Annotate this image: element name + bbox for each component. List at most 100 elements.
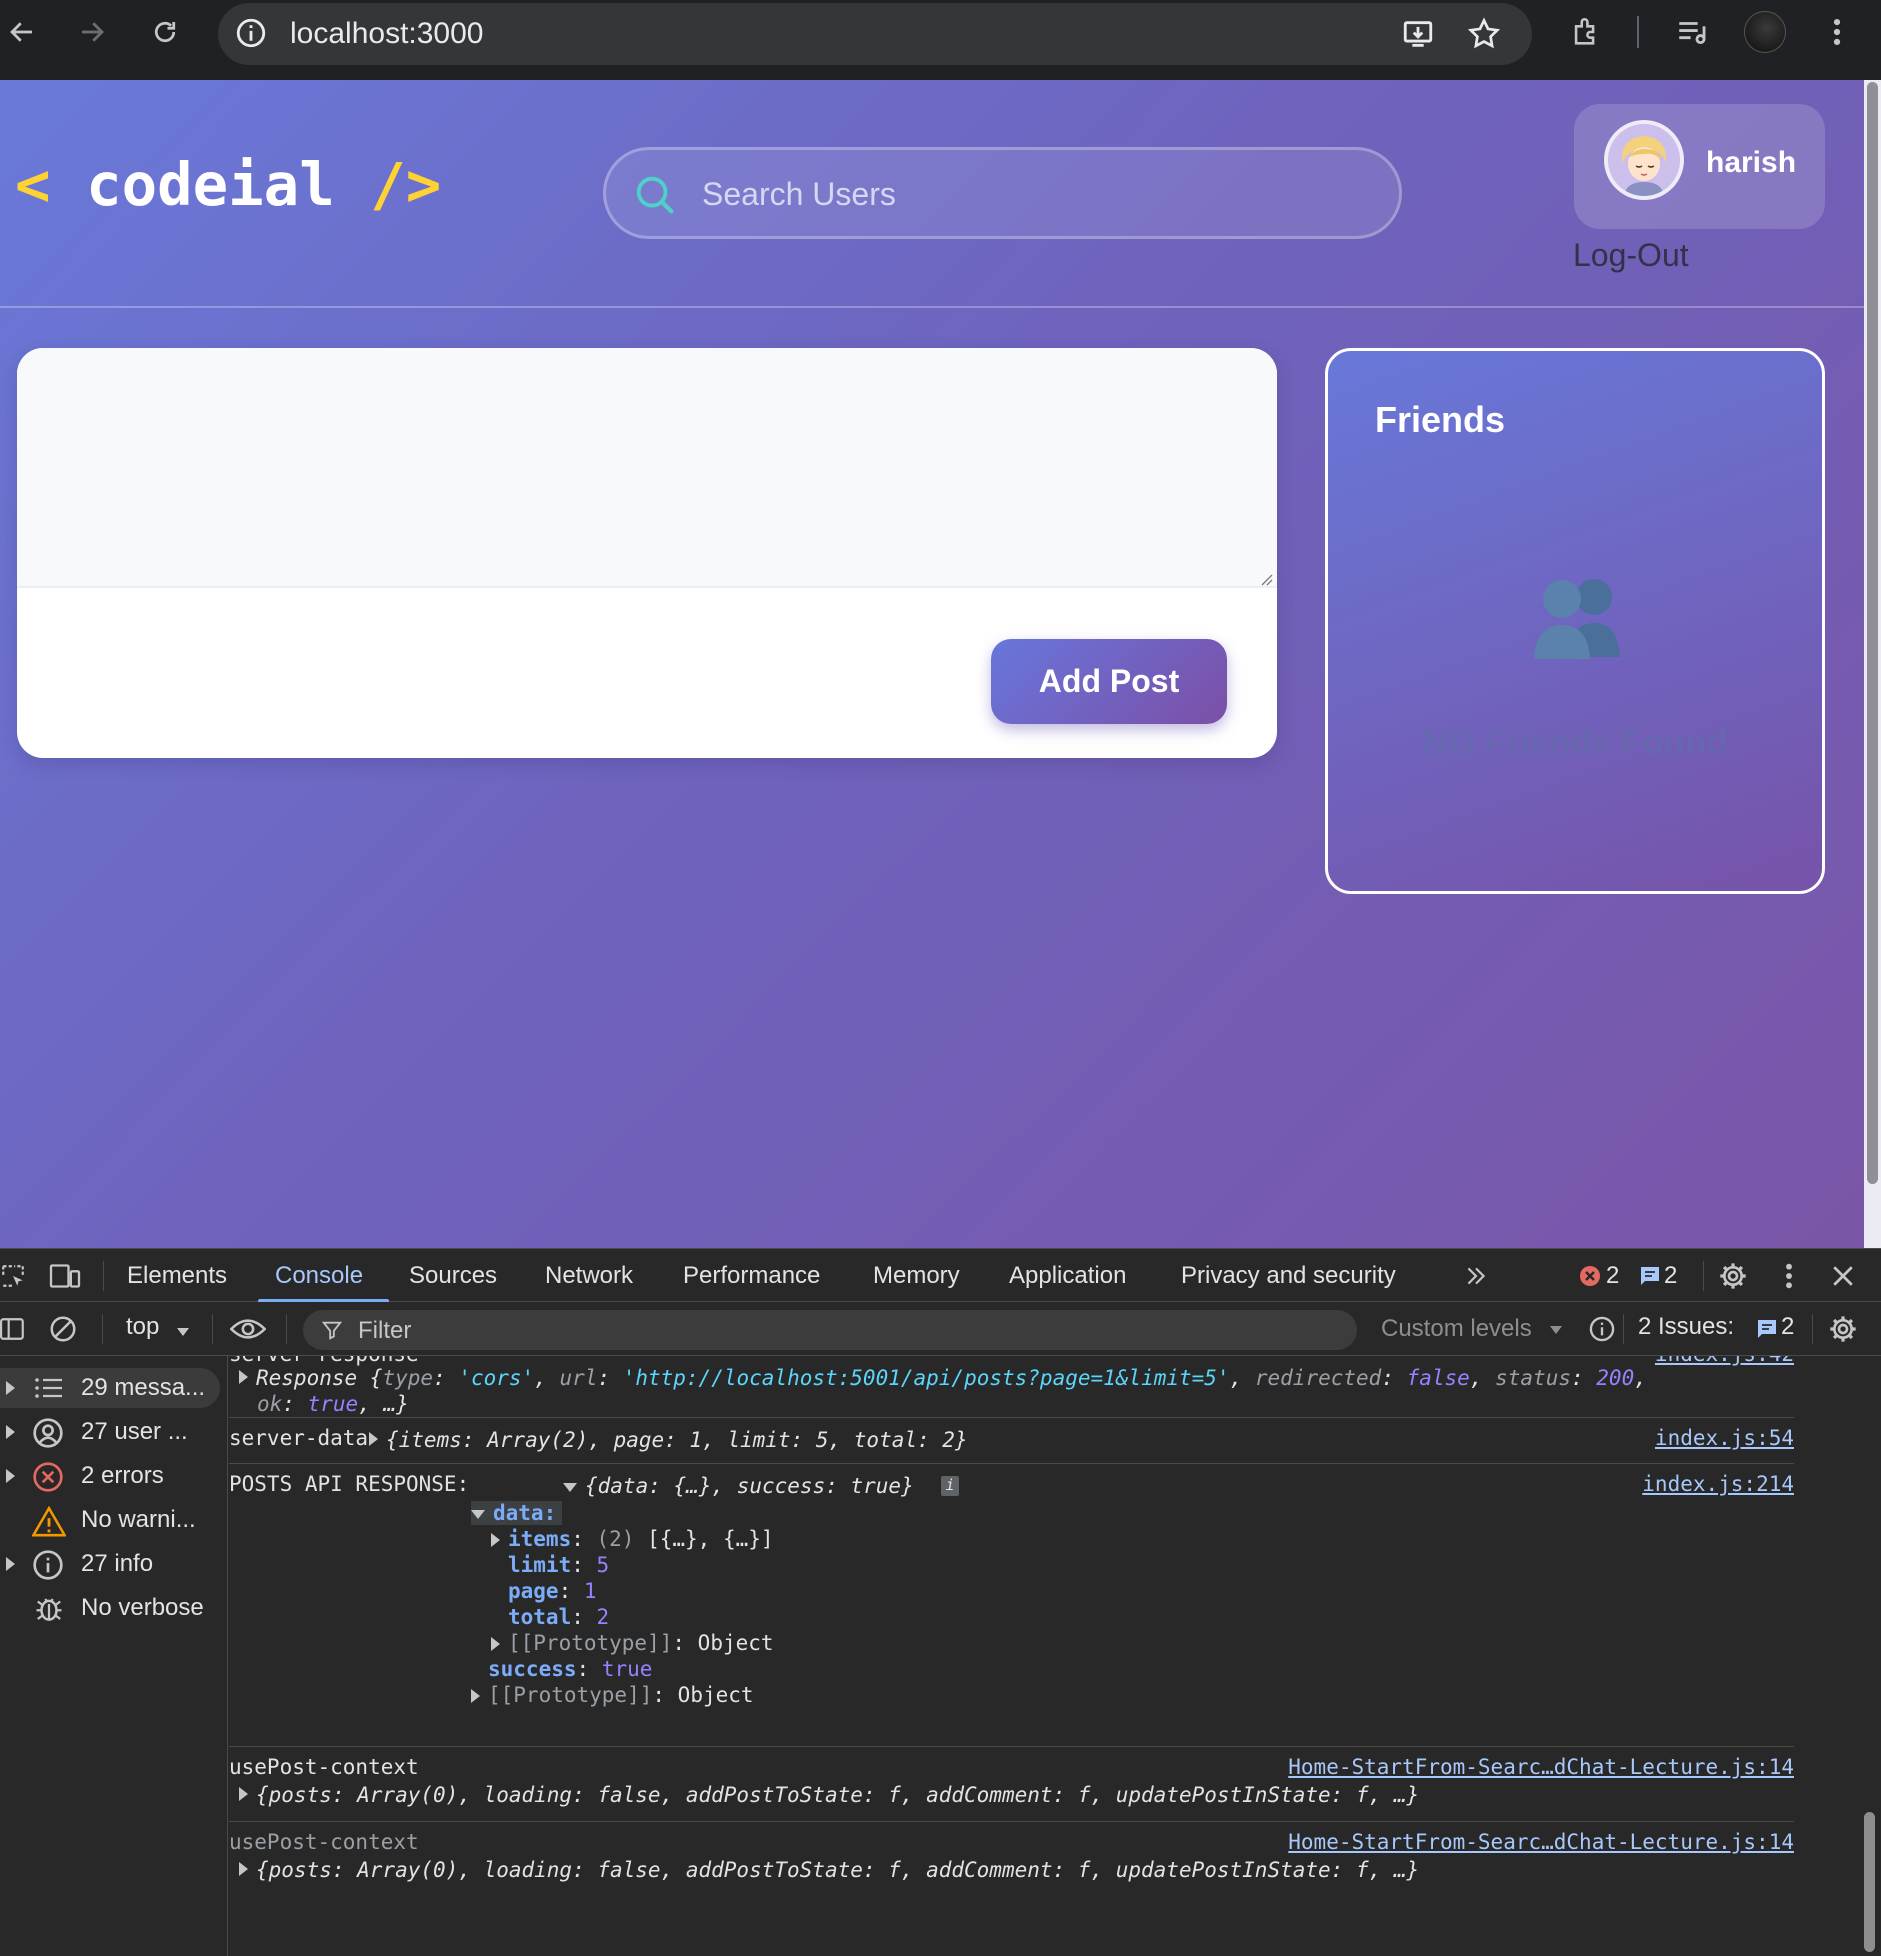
sidebar-item-info[interactable]: 27 info [0, 1544, 220, 1584]
expand-arrow-icon[interactable] [6, 1425, 15, 1439]
context-selector[interactable]: top [126, 1313, 159, 1341]
media-controls-icon[interactable] [1672, 12, 1712, 52]
error-count[interactable]: 2 [1606, 1262, 1619, 1290]
tab-sources[interactable]: Sources [409, 1262, 497, 1290]
message-object-summary[interactable]: {data: {…}, success: true} [563, 1474, 914, 1498]
issues-label[interactable]: 2 Issues: [1638, 1313, 1734, 1341]
expand-arrow-icon[interactable] [491, 1637, 500, 1651]
resize-handle-icon[interactable] [1257, 570, 1273, 586]
devtools-menu-icon[interactable] [1784, 1260, 1794, 1297]
expand-arrow-icon[interactable] [239, 1370, 248, 1384]
expand-arrow-icon[interactable] [471, 1689, 480, 1703]
tree-node-prototype[interactable]: [[Prototype]]: Object [491, 1631, 774, 1655]
address-bar[interactable]: localhost:3000 [218, 3, 1532, 65]
error-icon [32, 1461, 64, 1498]
sidebar-item-errors[interactable]: 2 errors [0, 1456, 220, 1496]
log-levels-dropdown[interactable]: Custom levels [1369, 1312, 1571, 1348]
tab-performance[interactable]: Performance [683, 1262, 820, 1290]
user-avatar[interactable] [1604, 120, 1684, 200]
message-source-link[interactable]: index.js:54 [1655, 1426, 1794, 1450]
expand-arrow-icon[interactable] [6, 1381, 15, 1395]
post-textarea[interactable] [17, 348, 1277, 588]
message-source-link[interactable]: Home-StartFrom-Searc…dChat-Lecture.js:14 [1288, 1830, 1794, 1854]
tab-network[interactable]: Network [545, 1262, 633, 1290]
user-profile-card[interactable]: harish [1574, 104, 1825, 229]
expand-arrow-icon[interactable] [239, 1787, 248, 1801]
more-tabs-icon[interactable] [1462, 1263, 1490, 1294]
console-scrollbar[interactable] [1859, 1356, 1881, 1956]
username[interactable]: harish [1706, 146, 1796, 180]
collapse-arrow-icon[interactable] [563, 1482, 577, 1492]
expand-arrow-icon[interactable] [6, 1557, 15, 1571]
browser-menu-icon[interactable] [1817, 12, 1857, 52]
close-devtools-icon[interactable] [1828, 1261, 1858, 1296]
device-toolbar-icon[interactable] [48, 1262, 82, 1295]
forward-icon[interactable] [72, 12, 112, 52]
search-input[interactable] [702, 172, 1362, 216]
logout-link[interactable]: Log-Out [1573, 237, 1689, 274]
friends-title: Friends [1375, 399, 1506, 440]
issues-badge-icon[interactable] [1754, 1317, 1780, 1346]
sidebar-toggle-icon[interactable] [0, 1315, 26, 1348]
tree-node-items[interactable]: items: (2) [{…}, {…}] [491, 1527, 774, 1551]
console-message[interactable]: usePost-context Home-StartFrom-Searc…dCh… [229, 1822, 1794, 1897]
console-filter[interactable]: Filter [303, 1310, 1357, 1350]
message-count[interactable]: 2 [1664, 1262, 1677, 1290]
extensions-icon[interactable] [1566, 12, 1606, 52]
error-badge-icon[interactable] [1578, 1264, 1602, 1293]
console-message[interactable]: server-response index.js:42 Response {ty… [229, 1356, 1794, 1418]
tab-console[interactable]: Console [275, 1262, 363, 1290]
expand-arrow-icon[interactable] [239, 1862, 248, 1876]
console-message[interactable]: usePost-context Home-StartFrom-Searc…dCh… [229, 1747, 1794, 1822]
profile-avatar[interactable] [1744, 11, 1786, 53]
logo-close-bracket: /> [370, 150, 442, 219]
console-settings-gear-icon[interactable] [1827, 1313, 1859, 1350]
tab-memory[interactable]: Memory [873, 1262, 960, 1290]
object-info-icon[interactable]: i [941, 1476, 959, 1496]
clear-console-icon[interactable] [48, 1314, 78, 1349]
message-object-preview[interactable]: {posts: Array(0), loading: false, addPos… [239, 1858, 1419, 1882]
message-object-preview[interactable]: Response {type: 'cors', url: 'http://loc… [239, 1366, 1647, 1390]
tab-privacy-security[interactable]: Privacy and security [1181, 1262, 1396, 1290]
filter-placeholder[interactable]: Filter [358, 1317, 411, 1345]
issues-count[interactable]: 2 [1781, 1313, 1794, 1341]
message-source-link[interactable]: index.js:214 [1642, 1472, 1794, 1496]
inspect-element-icon[interactable] [0, 1263, 26, 1294]
expand-arrow-icon[interactable] [369, 1432, 378, 1446]
settings-gear-icon[interactable] [1717, 1260, 1749, 1297]
message-object-preview[interactable]: {items: Array(2), page: 1, limit: 5, tot… [369, 1428, 968, 1452]
sidebar-item-messages[interactable]: 29 messa... [0, 1368, 220, 1408]
tab-application[interactable]: Application [1009, 1262, 1126, 1290]
console-message[interactable]: POSTS API RESPONSE: index.js:214 {data: … [229, 1464, 1794, 1747]
back-icon[interactable] [2, 12, 42, 52]
app-logo[interactable]: < codeial /> [15, 150, 441, 219]
tree-node-limit: limit: 5 [508, 1553, 610, 1577]
collapse-arrow-icon[interactable] [471, 1509, 485, 1519]
install-app-icon[interactable] [1400, 17, 1436, 56]
messages-badge-icon[interactable] [1637, 1264, 1663, 1293]
site-info-icon[interactable] [234, 16, 268, 55]
add-post-button[interactable]: Add Post [991, 639, 1227, 724]
tree-node-prototype[interactable]: [[Prototype]]: Object [471, 1683, 754, 1707]
page-scrollbar-thumb[interactable] [1867, 82, 1878, 1184]
sidebar-label: 27 user ... [81, 1418, 188, 1445]
search-bar[interactable] [603, 147, 1402, 239]
message-source-link[interactable]: index.js:42 [1655, 1356, 1794, 1366]
expand-arrow-icon[interactable] [6, 1469, 15, 1483]
issues-info-icon[interactable] [1588, 1315, 1616, 1348]
sidebar-item-user-messages[interactable]: 27 user ... [0, 1412, 220, 1452]
tab-elements[interactable]: Elements [127, 1262, 227, 1290]
sidebar-item-verbose[interactable]: No verbose [0, 1588, 220, 1628]
bookmark-star-icon[interactable] [1466, 16, 1502, 57]
console-scrollbar-thumb[interactable] [1864, 1812, 1875, 1952]
page-scrollbar[interactable] [1864, 80, 1881, 1248]
context-dropdown-icon[interactable] [176, 1324, 190, 1342]
console-message[interactable]: server-data index.js:54 {items: Array(2)… [229, 1418, 1794, 1464]
tree-node-data[interactable]: data: [471, 1501, 563, 1525]
sidebar-item-warnings[interactable]: No warni... [0, 1500, 220, 1540]
expand-arrow-icon[interactable] [491, 1533, 500, 1547]
message-object-preview[interactable]: {posts: Array(0), loading: false, addPos… [239, 1783, 1419, 1807]
reload-icon[interactable] [145, 12, 185, 52]
live-expression-eye-icon[interactable] [229, 1314, 267, 1349]
message-source-link[interactable]: Home-StartFrom-Searc…dChat-Lecture.js:14 [1288, 1755, 1794, 1779]
